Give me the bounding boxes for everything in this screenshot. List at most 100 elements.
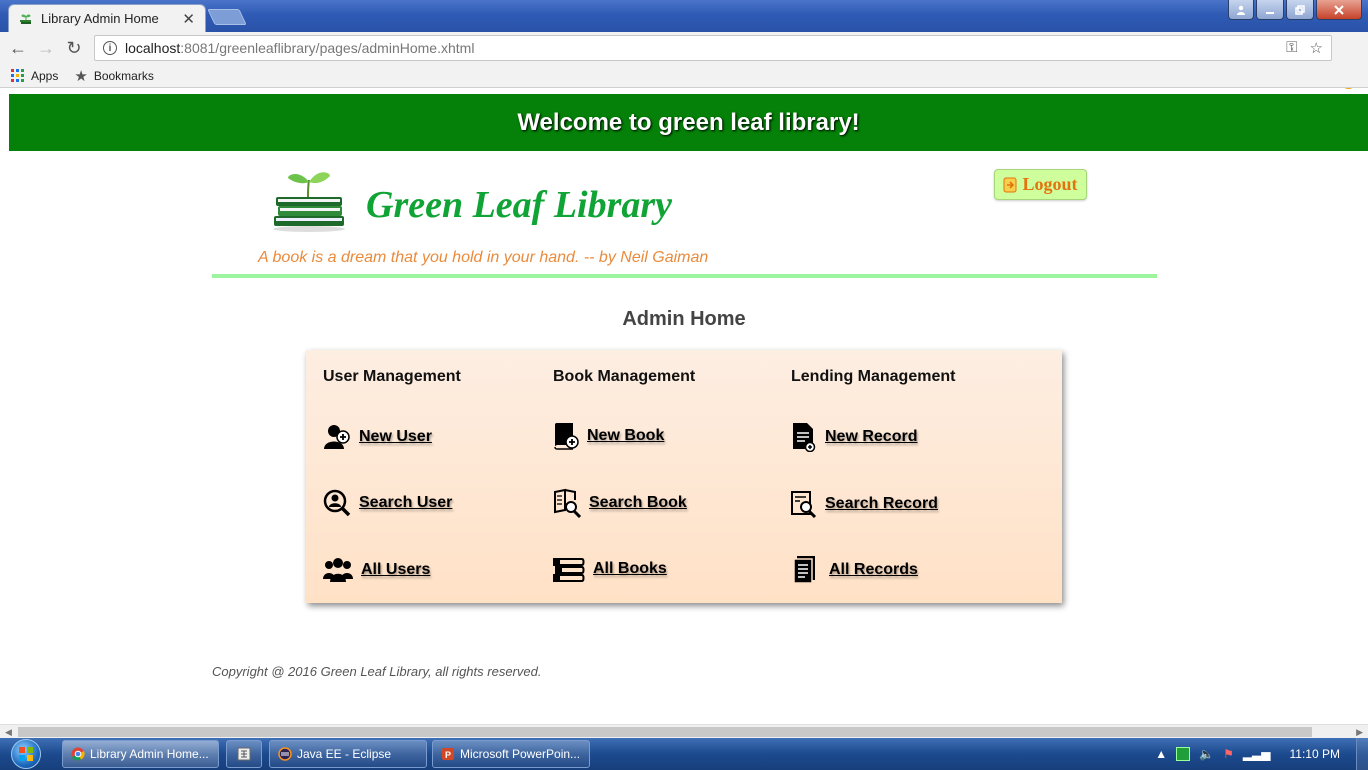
address-bar-actions: ⚿ ☆ xyxy=(1286,39,1323,57)
user-icon xyxy=(1237,5,1245,15)
back-button[interactable]: ← xyxy=(4,34,32,62)
bookmark-apps[interactable]: Apps xyxy=(11,69,58,83)
search-user-link[interactable]: Search User xyxy=(323,489,452,517)
taskbar-eclipse[interactable]: Java EE - Eclipse xyxy=(269,740,427,768)
tray-app-icon[interactable] xyxy=(1176,747,1191,761)
search-record-icon xyxy=(791,491,817,518)
eclipse-icon xyxy=(278,747,292,761)
bookmarks-bar: Apps ★ Bookmarks xyxy=(0,64,1368,88)
logout-button[interactable]: Logout xyxy=(994,169,1087,200)
admin-menu-panel: User Management New User Search User All… xyxy=(306,350,1062,603)
close-window-button[interactable] xyxy=(1316,0,1362,20)
key-icon[interactable]: ⚿ xyxy=(1286,39,1297,57)
book-management-heading: Book Management xyxy=(553,368,696,385)
svg-text:P: P xyxy=(445,750,451,760)
bookmark-star-icon[interactable]: ☆ xyxy=(1310,39,1323,57)
all-books-label[interactable]: All Books xyxy=(593,560,667,578)
show-desktop-button[interactable] xyxy=(1356,738,1368,770)
horizontal-scrollbar[interactable]: ◀ ▶ xyxy=(0,724,1368,738)
all-books-link[interactable]: All Books xyxy=(553,556,667,582)
taskbar-chrome[interactable]: Library Admin Home... xyxy=(62,740,219,768)
add-record-icon xyxy=(793,423,816,452)
address-bar[interactable]: i localhost:8081/greenleaflibrary/pages/… xyxy=(94,35,1332,61)
logout-label: Logout xyxy=(1022,174,1078,194)
new-user-label[interactable]: New User xyxy=(359,428,432,446)
taskbar-powerpoint[interactable]: P Microsoft PowerPoin... xyxy=(432,740,590,768)
restore-icon xyxy=(1295,4,1305,15)
profile-button[interactable] xyxy=(1228,0,1254,20)
user-management-heading: User Management xyxy=(323,368,461,385)
forward-button[interactable]: → xyxy=(32,34,60,62)
search-book-label[interactable]: Search Book xyxy=(589,494,687,512)
window-controls xyxy=(1228,0,1362,20)
windows-logo-icon xyxy=(11,739,41,769)
add-book-icon xyxy=(554,423,579,450)
books-stack-icon xyxy=(553,558,585,582)
taskbar-eclipse-label: Java EE - Eclipse xyxy=(297,747,392,761)
close-icon xyxy=(1334,4,1344,15)
arrow-left-icon: ← xyxy=(9,37,27,58)
start-button[interactable] xyxy=(4,738,48,770)
taskbar-powerpoint-label: Microsoft PowerPoin... xyxy=(460,747,581,761)
logout-icon xyxy=(1003,177,1017,192)
welcome-text: Welcome to green leaf library! xyxy=(517,108,860,136)
network-signal-icon[interactable]: ▂▃▅ xyxy=(1243,747,1271,761)
new-tab-button[interactable] xyxy=(207,9,247,25)
new-record-label[interactable]: New Record xyxy=(825,428,917,446)
copyright-text: Copyright @ 2016 Green Leaf Library, all… xyxy=(212,664,542,679)
arrow-right-icon: → xyxy=(37,37,55,58)
new-book-label[interactable]: New Book xyxy=(587,427,664,445)
powerpoint-icon: P xyxy=(442,748,454,760)
tray-expand-icon[interactable]: ▲ xyxy=(1155,747,1167,761)
url-path: :8081/greenleaflibrary/pages/adminHome.x… xyxy=(180,40,475,56)
header-divider xyxy=(212,274,1157,278)
site-title: Green Leaf Library xyxy=(366,184,673,226)
info-icon[interactable]: i xyxy=(103,41,117,55)
library-favicon-icon xyxy=(20,14,31,24)
browser-tab[interactable]: Library Admin Home ✕ xyxy=(8,4,206,32)
page-title: Admin Home xyxy=(622,308,746,330)
action-center-icon[interactable]: ⚑ xyxy=(1223,747,1234,761)
new-user-link[interactable]: New User xyxy=(323,423,432,451)
restore-button[interactable] xyxy=(1286,0,1314,20)
taskbar-clock[interactable]: 11:10 PM xyxy=(1290,747,1340,761)
new-book-link[interactable]: New Book xyxy=(553,422,664,450)
scrollbar-thumb[interactable] xyxy=(18,727,1312,737)
calculator-icon xyxy=(237,747,251,761)
tab-close-icon[interactable]: ✕ xyxy=(182,10,195,28)
scroll-left-icon[interactable]: ◀ xyxy=(5,725,12,739)
apps-grid-icon xyxy=(11,69,24,82)
records-icon xyxy=(793,556,815,584)
all-users-label[interactable]: All Users xyxy=(361,561,430,579)
minimize-button[interactable] xyxy=(1256,0,1284,20)
search-book-link[interactable]: Search Book xyxy=(553,488,687,518)
browser-toolbar: ← → ↻ i localhost:8081/greenleaflibrary/… xyxy=(0,32,1368,89)
welcome-banner: Welcome to green leaf library! xyxy=(9,94,1368,151)
taskbar-chrome-label: Library Admin Home... xyxy=(90,747,209,761)
star-icon: ★ xyxy=(74,67,88,85)
tab-title: Library Admin Home xyxy=(41,11,159,26)
url-host: localhost xyxy=(125,40,181,56)
bookmark-bookmarks[interactable]: ★ Bookmarks xyxy=(74,67,153,85)
reload-icon: ↻ xyxy=(66,37,82,58)
volume-icon[interactable]: 🔈 xyxy=(1199,747,1214,761)
users-group-icon xyxy=(323,558,353,582)
browser-titlebar: Library Admin Home ✕ xyxy=(0,0,1368,32)
search-book-icon xyxy=(554,488,581,518)
system-tray: ▲ 🔈 ⚑ ▂▃▅ 11:10 PM xyxy=(1155,738,1368,770)
site-quote: A book is a dream that you hold in your … xyxy=(258,249,709,266)
new-record-link[interactable]: New Record xyxy=(791,422,917,452)
all-records-link[interactable]: All Records xyxy=(791,555,918,585)
reload-button[interactable]: ↻ xyxy=(60,34,88,62)
all-users-link[interactable]: All Users xyxy=(323,557,430,583)
search-user-label[interactable]: Search User xyxy=(359,494,452,512)
bookmark-apps-label: Apps xyxy=(31,68,59,83)
search-user-icon xyxy=(323,489,351,517)
taskbar-calculator[interactable] xyxy=(226,740,262,768)
search-record-label[interactable]: Search Record xyxy=(825,495,938,513)
all-records-label[interactable]: All Records xyxy=(829,561,918,579)
scroll-right-icon[interactable]: ▶ xyxy=(1356,725,1363,739)
chrome-icon xyxy=(71,747,85,761)
bookmark-bookmarks-label: Bookmarks xyxy=(93,68,154,83)
search-record-link[interactable]: Search Record xyxy=(791,490,938,518)
